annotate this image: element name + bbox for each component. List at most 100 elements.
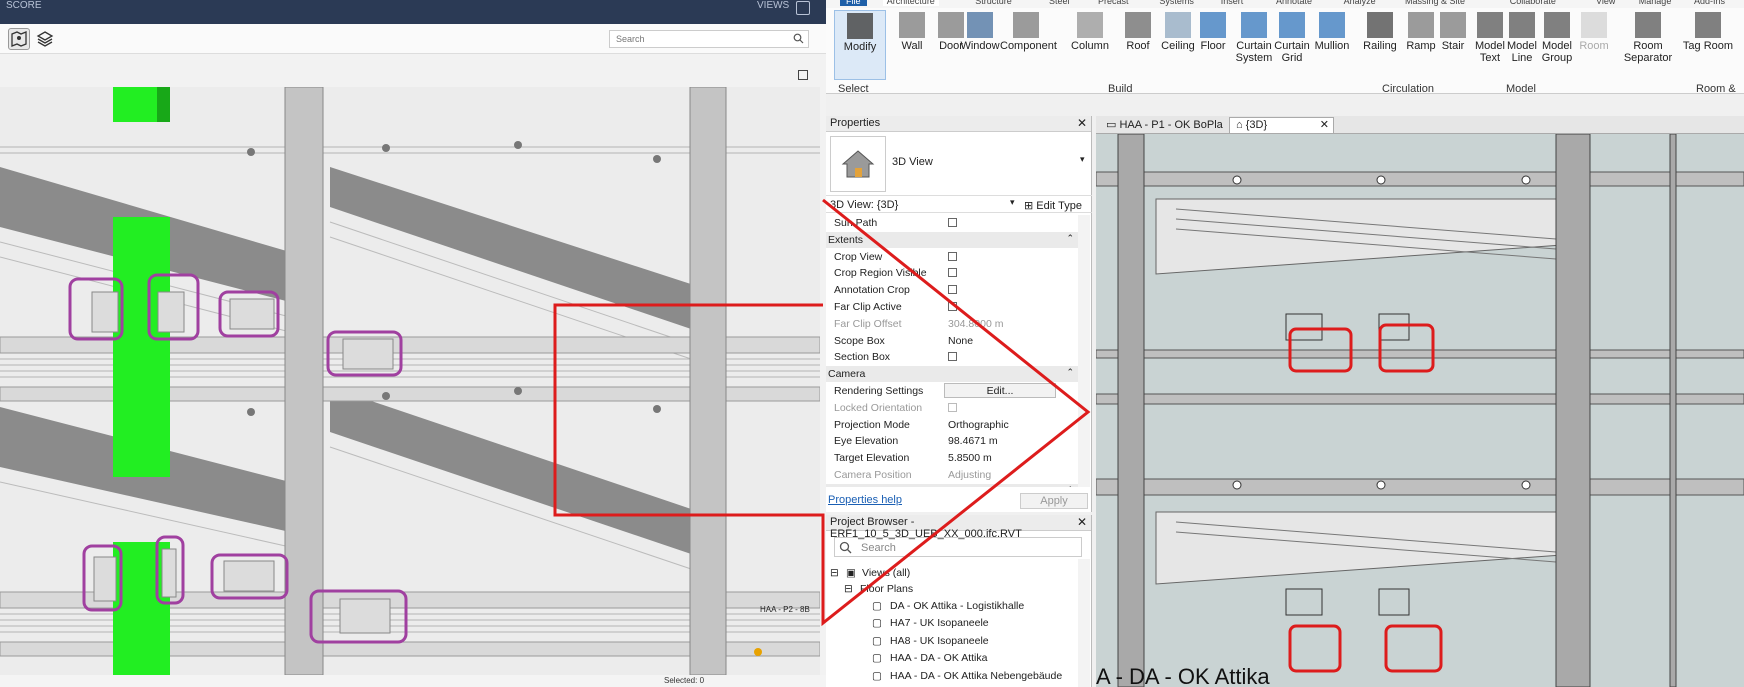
tab-floor-plan[interactable]: ▭ HAA - P1 - OK BoPla (1100, 117, 1229, 133)
tree-toggle-icon[interactable]: ⊟ (844, 583, 853, 595)
panel-label-model: Model (1506, 83, 1536, 95)
tree-toggle-icon[interactable]: ⊟ (830, 567, 839, 579)
ribbon-tab-structure[interactable]: Structure (975, 0, 1012, 6)
ribbon-tab-precast[interactable]: Precast (1098, 0, 1129, 6)
property-row[interactable]: Extents ⌃ (826, 231, 1078, 248)
ribbon-tab-massing-site[interactable]: Massing & Site (1405, 0, 1465, 6)
search-icon[interactable] (793, 33, 804, 46)
ribbon-tab-steel[interactable]: Steel (1049, 0, 1070, 6)
property-row: Locked Orientation (826, 400, 1078, 416)
property-checkbox[interactable] (948, 285, 957, 295)
properties-panel: Properties ✕ 3D View ▾ 3D View: {3D} ▾ ⊞… (826, 116, 1092, 512)
browser-view-item[interactable]: HAA - DA - OK Attika Nebengebäude (890, 670, 1062, 682)
property-checkbox[interactable] (948, 302, 957, 311)
ribbon-tab-insert[interactable]: Insert (1221, 0, 1244, 6)
modify-button[interactable]: Modify (834, 10, 886, 80)
viewer-3d-scene[interactable]: HAA - P2 - 8B (0, 87, 820, 675)
ribbon-tab-collaborate[interactable]: Collaborate (1510, 0, 1556, 6)
tab-label: HAA - P1 - OK BoPla (1119, 119, 1223, 131)
close-icon[interactable]: ✕ (1077, 515, 1087, 529)
tree-category[interactable]: Floor Plans (860, 583, 913, 595)
instance-selector[interactable]: 3D View: {3D} ▾ ⊞ Edit Type (826, 195, 1092, 213)
layers-icon[interactable] (34, 28, 56, 50)
property-value: 304.8000 m (948, 317, 1004, 330)
type-name[interactable]: 3D View (892, 156, 933, 168)
properties-help-link[interactable]: Properties help (828, 494, 902, 506)
ribbon-tab-view[interactable]: View (1596, 0, 1615, 6)
panel-label-build: Build (1108, 83, 1133, 95)
property-checkbox (948, 402, 957, 412)
room-button[interactable]: Room (1568, 10, 1620, 80)
browser-view-item[interactable]: HA8 - UK Isopaneele (890, 635, 989, 647)
view-tab-bar: ▭ HAA - P1 - OK BoPla ⌂ {3D} ✕ (1096, 116, 1744, 134)
browser-view-item[interactable]: HAA - DA - OK Attika (890, 652, 987, 664)
rendering-settings-edit-button[interactable]: Edit... (944, 383, 1056, 398)
close-icon[interactable]: ✕ (1077, 116, 1087, 130)
ribbon-button-label: Tag Room (1682, 40, 1734, 52)
chevron-down-icon[interactable]: ▾ (1080, 154, 1085, 165)
property-checkbox[interactable] (948, 218, 957, 227)
property-row: Far Clip Offset 304.8000 m (826, 316, 1078, 332)
property-row: Projection Mode Orthographic (826, 417, 1078, 433)
map-icon[interactable] (8, 28, 30, 50)
column-button[interactable]: Column (1064, 10, 1116, 80)
chevron-down-icon[interactable]: ▾ (1010, 197, 1015, 208)
search-icon (839, 541, 852, 557)
curtain-system-icon (1241, 12, 1267, 38)
properties-title: Properties (830, 117, 881, 129)
room-separator-button[interactable]: Room Separator (1622, 10, 1674, 80)
collapse-icon[interactable]: ⌃ (1066, 367, 1074, 378)
property-value: Adjusting (948, 469, 992, 481)
tag-room-button[interactable]: Tag Room (1682, 10, 1734, 80)
panel-label-select[interactable]: Select (838, 83, 869, 95)
property-checkbox[interactable] (948, 268, 957, 278)
ribbon-tab-architecture[interactable]: Architecture (882, 0, 939, 6)
tab-3d[interactable]: ⌂ {3D} ✕ (1229, 117, 1334, 133)
property-label: Annotation Crop (834, 284, 910, 297)
property-checkbox[interactable] (948, 352, 957, 362)
collapse-icon[interactable]: ⌃ (1066, 233, 1074, 244)
property-checkbox[interactable] (948, 251, 957, 261)
property-value[interactable]: 98.4671 m (948, 435, 998, 447)
ribbon-tab-file[interactable]: File (840, 0, 867, 6)
ribbon-tab-analyze[interactable]: Analyze (1344, 0, 1376, 6)
ribbon-tab-manage[interactable]: Manage (1639, 0, 1672, 6)
browser-search-input[interactable]: Search (834, 537, 1082, 557)
apply-button[interactable]: Apply (1020, 493, 1088, 509)
maximize-icon[interactable] (798, 70, 808, 80)
revit-3d-view[interactable]: A - DA - OK Attika (1096, 134, 1744, 687)
search-placeholder: Search (616, 34, 645, 44)
properties-grid: Sun Path Extents ⌃ Crop View Crop Region Vis… (826, 215, 1092, 487)
viewer-search-input[interactable]: Search (609, 30, 809, 48)
collapse-icon[interactable]: ⌃ (1066, 485, 1074, 487)
ribbon-tab-add-ins[interactable]: Add-Ins (1694, 0, 1725, 6)
property-value[interactable]: 5.8500 m (948, 452, 992, 464)
properties-scrollbar[interactable] (1078, 215, 1090, 487)
edit-type-button[interactable]: ⊞ Edit Type (1024, 199, 1082, 212)
window-button[interactable]: Window (954, 10, 1006, 80)
views-label[interactable]: VIEWS (757, 0, 789, 11)
property-label: Section Box (834, 351, 891, 364)
browser-scrollbar[interactable] (1078, 559, 1090, 687)
property-value[interactable]: Orthographic (948, 419, 1009, 431)
property-row: Scope Box None (826, 333, 1078, 349)
property-label: Target Elevation (834, 452, 910, 465)
ribbon-tab-annotate[interactable]: Annotate (1276, 0, 1312, 6)
tree-root[interactable]: Views (all) (862, 567, 910, 579)
house-icon (841, 150, 875, 178)
browser-view-item[interactable]: HA7 - UK Isopaneele (890, 617, 989, 629)
floor-icon (1200, 12, 1226, 38)
browser-view-item[interactable]: DA - OK Attika - Logistikhalle (890, 600, 1024, 612)
property-label: Far Clip Offset (834, 317, 902, 330)
property-label: Camera Position (834, 469, 912, 481)
component-button[interactable]: Component (1000, 10, 1057, 80)
close-icon[interactable]: ✕ (1320, 118, 1329, 131)
property-row[interactable]: Camera ⌃ (826, 366, 1078, 383)
tab-label: {3D} (1245, 119, 1268, 131)
ribbon-tab-systems[interactable]: Systems (1159, 0, 1194, 6)
property-row[interactable]: Identity Data ⌃ (826, 483, 1078, 487)
views-icon[interactable] (796, 1, 810, 15)
mullion-button[interactable]: Mullion (1306, 10, 1358, 80)
viewer-header: SCORE VIEWS (0, 0, 826, 24)
property-value[interactable]: None (948, 335, 973, 347)
